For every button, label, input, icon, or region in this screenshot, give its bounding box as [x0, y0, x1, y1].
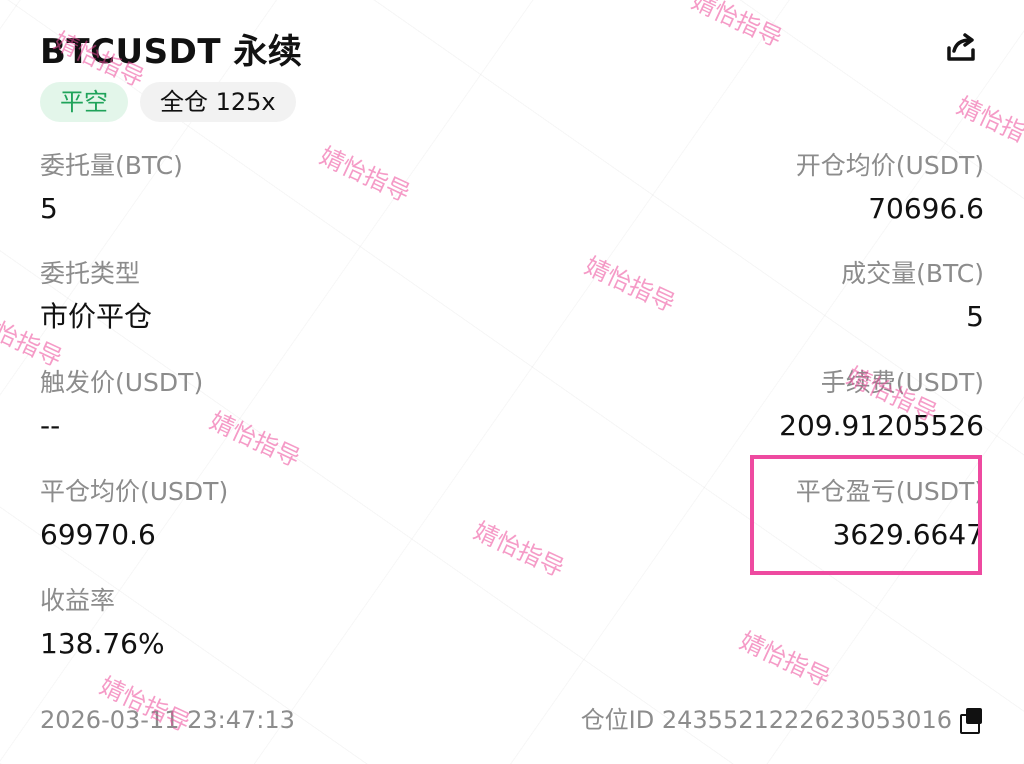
order-type-field: 委托类型 市价平仓	[40, 258, 152, 336]
watermark: 婧怡指导	[205, 406, 305, 473]
side-badge: 平空	[40, 82, 128, 122]
close-avg-price-value: 69970.6	[40, 518, 156, 551]
copy-icon[interactable]	[960, 708, 984, 734]
fee-field: 手续费(USDT) 209.91205526	[779, 367, 984, 445]
close-avg-price-label: 平仓均价(USDT)	[40, 477, 229, 506]
filled-qty-value: 5	[966, 300, 984, 333]
fee-label: 手续费(USDT)	[820, 368, 984, 397]
trigger-price-value: --	[40, 409, 61, 442]
fee-value: 209.91205526	[779, 409, 984, 442]
order-timestamp: 2026-03-11 23:47:13	[40, 706, 295, 734]
trigger-price-field: 触发价(USDT) --	[40, 367, 203, 445]
open-avg-price-label: 开仓均价(USDT)	[795, 151, 984, 180]
close-avg-price-field: 平仓均价(USDT) 69970.6	[40, 476, 228, 554]
filled-qty-field: 成交量(BTC) 5	[841, 258, 984, 336]
tag-row: 平空 全仓 125x	[40, 82, 296, 122]
order-type-label: 委托类型	[40, 259, 141, 288]
margin-mode-badge: 全仓 125x	[140, 82, 296, 122]
watermark: 婧怡指导	[952, 91, 1024, 158]
roi-value: 138.76%	[40, 627, 165, 660]
share-button[interactable]	[940, 26, 984, 70]
open-avg-price-value: 70696.6	[868, 192, 984, 225]
watermark: 婧怡指导	[687, 0, 787, 53]
watermark: 婧怡指导	[315, 141, 415, 208]
trigger-price-label: 触发价(USDT)	[40, 368, 204, 397]
order-qty-label: 委托量(BTC)	[40, 151, 183, 180]
filled-qty-label: 成交量(BTC)	[841, 259, 984, 288]
share-icon	[947, 33, 975, 61]
order-type-value: 市价平仓	[40, 300, 153, 333]
order-qty-field: 委托量(BTC) 5	[40, 150, 183, 228]
roi-field: 收益率 138.76%	[40, 585, 165, 663]
watermark: 婧怡指导	[469, 516, 569, 583]
position-id: 仓位ID 2435521222623053016	[580, 706, 952, 734]
watermark: 婧怡指导	[580, 251, 680, 318]
pnl-highlight-frame	[750, 455, 982, 575]
open-avg-price-field: 开仓均价(USDT) 70696.6	[796, 150, 984, 228]
order-qty-value: 5	[40, 192, 58, 225]
page-title: BTCUSDT 永续	[40, 32, 303, 72]
roi-label: 收益率	[40, 586, 116, 615]
position-id-row: 仓位ID 2435521222623053016	[581, 703, 984, 737]
watermark: 婧怡指导	[735, 626, 835, 693]
order-detail-screen: BTCUSDT 永续 平空 全仓 125x 委托量(BTC) 5 开仓均价(US…	[0, 0, 1024, 764]
